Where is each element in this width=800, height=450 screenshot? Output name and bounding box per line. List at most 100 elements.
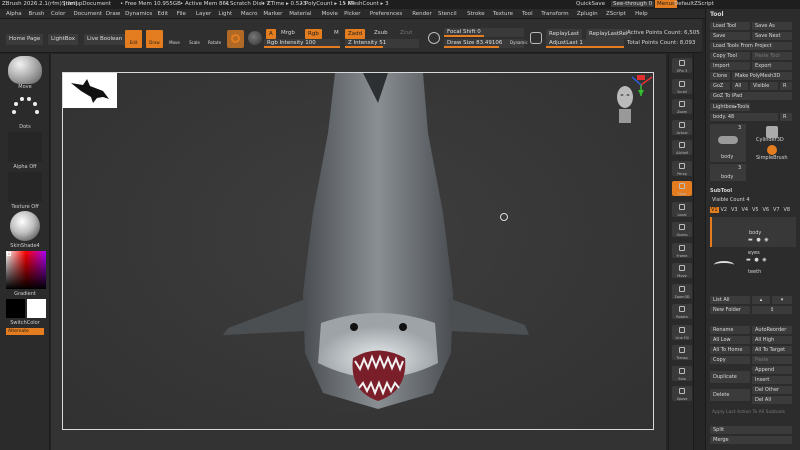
- see-through-slider[interactable]: See-through 0: [611, 1, 655, 7]
- tool-thumbnail-body[interactable]: 3 body: [710, 124, 746, 162]
- menu-render[interactable]: Render: [412, 11, 432, 17]
- menu-dynamics[interactable]: Dynamics: [125, 11, 152, 17]
- auto-reorder-button[interactable]: AutoReorder: [752, 326, 792, 334]
- shelf-scroll-button[interactable]: Scroll: [672, 78, 692, 94]
- menu-transform[interactable]: Transform: [541, 11, 568, 17]
- version-v7-button[interactable]: V7: [773, 207, 780, 213]
- live-boolean-button[interactable]: Live Boolean: [84, 34, 126, 45]
- menu-zscript[interactable]: ZScript: [606, 11, 626, 17]
- shelf-zoom3d-button[interactable]: Zoom3D: [672, 283, 692, 299]
- menu-movie[interactable]: Movie: [322, 11, 338, 17]
- tool-r-button[interactable]: R: [780, 113, 792, 121]
- material-swatch-button[interactable]: [227, 30, 244, 48]
- copy-tool-button[interactable]: Copy Tool: [710, 52, 750, 60]
- menu-file[interactable]: File: [177, 11, 186, 17]
- clone-button[interactable]: Clone: [710, 72, 730, 80]
- shelf-persp-button[interactable]: Persp: [672, 160, 692, 176]
- goz-visible-button[interactable]: Visible: [750, 82, 778, 90]
- dots-stroke-icon[interactable]: [8, 92, 42, 122]
- menu-macro[interactable]: Macro: [241, 11, 258, 17]
- all-high-button[interactable]: All High: [752, 336, 792, 344]
- load-tools-from-project-button[interactable]: Load Tools From Project: [710, 42, 792, 50]
- replay-last-button[interactable]: ReplayLast: [546, 29, 583, 39]
- menu-stencil[interactable]: Stencil: [438, 11, 457, 17]
- load-tool-button[interactable]: Load Tool: [710, 22, 750, 30]
- subtool-item-teeth[interactable]: teeth: [710, 259, 796, 279]
- z-intensity-slider[interactable]: Z Intensity 51: [345, 39, 419, 48]
- export-button[interactable]: Export: [752, 62, 792, 70]
- insert-button[interactable]: Insert: [752, 376, 792, 384]
- version-v2-button[interactable]: V2: [721, 207, 728, 213]
- import-button[interactable]: Import: [710, 62, 750, 70]
- home-page-button[interactable]: Home Page: [6, 34, 44, 45]
- color-picker[interactable]: [6, 251, 46, 289]
- new-folder-button[interactable]: New Folder: [710, 306, 750, 314]
- dynamic-button[interactable]: Dynamic: [510, 40, 528, 45]
- del-other-button[interactable]: Del Other: [752, 386, 792, 394]
- zsub-button[interactable]: Zsub: [374, 30, 388, 36]
- menu-layer[interactable]: Layer: [196, 11, 211, 17]
- menu-help[interactable]: Help: [635, 11, 648, 17]
- apply-last-action-button[interactable]: Apply Last Action To All Subtools: [712, 410, 785, 415]
- a-button[interactable]: A: [266, 29, 276, 39]
- menu-tool[interactable]: Tool: [522, 11, 533, 17]
- focal-shift-slider[interactable]: Focal Shift 0: [444, 28, 524, 37]
- version-v4-button[interactable]: V4: [742, 207, 749, 213]
- axis-gizmo-icon[interactable]: [628, 73, 653, 97]
- adjust-last-slider[interactable]: AdjustLast 1: [546, 39, 624, 48]
- menu-draw[interactable]: Draw: [106, 11, 120, 17]
- alpha-slot[interactable]: [8, 132, 42, 162]
- menu-brush[interactable]: Brush: [29, 11, 45, 17]
- m-button[interactable]: M: [334, 30, 339, 36]
- version-v5-button[interactable]: V5: [752, 207, 759, 213]
- menu-light[interactable]: Light: [218, 11, 232, 17]
- menu-alpha[interactable]: Alpha: [6, 11, 22, 17]
- material-sphere-icon[interactable]: [10, 211, 40, 241]
- shelf-solo-button[interactable]: Solo: [672, 365, 692, 381]
- goz-button[interactable]: GoZ: [710, 82, 730, 90]
- list-all-button[interactable]: List All: [710, 296, 750, 304]
- scale-button[interactable]: Scale: [186, 30, 203, 48]
- primary-color-swatch[interactable]: [27, 299, 46, 318]
- subtool-item-body[interactable]: body ▬ ● ◉: [710, 217, 796, 247]
- texture-sphere-icon[interactable]: [248, 31, 262, 45]
- save-next-button[interactable]: Save Next: [752, 32, 792, 40]
- shelf-aahalf-button[interactable]: AAHalf: [672, 140, 692, 155]
- document-canvas[interactable]: [62, 72, 654, 430]
- lightbox-button[interactable]: LightBox: [48, 34, 78, 45]
- move-brush-icon[interactable]: [8, 56, 42, 84]
- shelf-gizmo-button[interactable]: Gizmo: [672, 222, 692, 237]
- menu-picker[interactable]: Picker: [344, 11, 360, 17]
- secondary-color-swatch[interactable]: [6, 299, 25, 318]
- folder-arrow-icon[interactable]: ↕: [752, 306, 792, 314]
- shelf-line-fill-button[interactable]: Line Fill: [672, 324, 692, 340]
- texture-slot[interactable]: [8, 172, 42, 202]
- shelf-actual-button[interactable]: Actual: [672, 119, 692, 135]
- version-v1-button[interactable]: V1: [710, 207, 719, 213]
- rgb-button[interactable]: Rgb: [305, 29, 322, 39]
- move-down-icon[interactable]: ▾: [772, 296, 792, 304]
- move-up-icon[interactable]: ▴: [752, 296, 770, 304]
- menu-edit[interactable]: Edit: [158, 11, 169, 17]
- all-to-home-button[interactable]: All To Home: [710, 346, 750, 354]
- copy-button[interactable]: Copy: [710, 356, 750, 364]
- all-low-button[interactable]: All Low: [710, 336, 750, 344]
- goz-to-ipad-button[interactable]: GoZ To iPad: [710, 92, 792, 100]
- make-polymesh3d-button[interactable]: Make PolyMesh3D: [732, 72, 792, 80]
- draw-button[interactable]: Draw: [146, 30, 163, 48]
- switch-color-label[interactable]: SwitchColor: [0, 320, 50, 326]
- tool-thumbnail-body-2[interactable]: 3 body: [710, 164, 746, 181]
- menu-marker[interactable]: Marker: [263, 11, 282, 17]
- shelf-transp-button[interactable]: Transp: [672, 345, 692, 360]
- zadd-button[interactable]: Zadd: [345, 29, 366, 39]
- version-v8-button[interactable]: V8: [784, 207, 791, 213]
- move-button[interactable]: Move: [166, 30, 183, 48]
- menu-material[interactable]: Material: [289, 11, 311, 17]
- paste-button[interactable]: Paste: [752, 356, 792, 364]
- delete-button[interactable]: Delete: [710, 389, 750, 401]
- simplebrush-tool[interactable]: SimpleBrush: [752, 145, 792, 163]
- default-zscript-button[interactable]: DefaultZScript: [674, 1, 714, 7]
- menu-document[interactable]: Document: [74, 11, 103, 17]
- shelf-frame-button[interactable]: Frame: [672, 242, 692, 258]
- menu-color[interactable]: Color: [51, 11, 65, 17]
